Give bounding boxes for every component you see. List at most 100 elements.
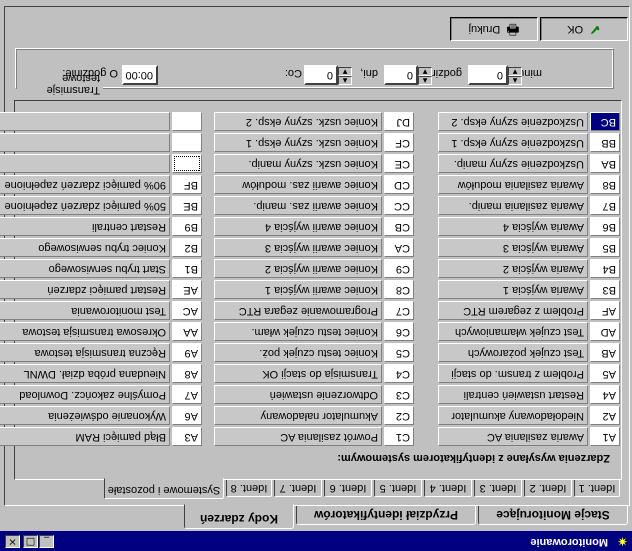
sub-tab-strip: Ident. 1 Ident. 2 Ident. 3 Ident. 4 Iden… (20, 478, 620, 499)
at-hour-input[interactable]: 00:00 (122, 65, 158, 85)
window-title: Monitorowanie (530, 536, 608, 548)
event-code-cell[interactable] (172, 112, 202, 131)
minutes-spinner[interactable]: ▲ ▼ (508, 65, 522, 85)
event-name-cell: Koniec awarii zas. modułów (214, 175, 382, 194)
event-code-cell[interactable]: A2 (590, 406, 620, 425)
event-name-cell: Awaria zasilania manip. (438, 196, 588, 215)
event-code-cell[interactable]: B5 (590, 238, 620, 257)
event-code-cell[interactable]: CF (384, 133, 414, 152)
event-code-cell[interactable]: B3 (590, 280, 620, 299)
event-name-cell: Start trybu serwisowego (0, 259, 170, 278)
minutes-up-icon[interactable]: ▲ (508, 76, 522, 85)
close-button[interactable]: × (5, 535, 20, 548)
tab-ident-8[interactable]: Ident. 8 (226, 479, 272, 497)
event-code-cell[interactable]: C6 (384, 322, 414, 341)
tab-ident-4[interactable]: Ident. 4 (424, 479, 472, 497)
event-code-cell[interactable]: BA (590, 154, 620, 173)
event-code-cell[interactable]: C2 (384, 406, 414, 425)
minimize-button[interactable]: _ (39, 535, 54, 548)
event-code-cell[interactable]: CA (384, 238, 414, 257)
ok-button[interactable]: ✔ OK (540, 17, 628, 41)
title-bar[interactable]: ✷ Monitorowanie _ □ × (0, 531, 632, 551)
tab-ident-3[interactable]: Ident. 3 (474, 479, 522, 497)
days-spinner[interactable]: ▲ ▼ (338, 65, 352, 85)
star-app-icon: ✷ (617, 534, 628, 549)
tab-ident-2[interactable]: Ident. 2 (524, 479, 572, 497)
event-code-cell[interactable]: AF (590, 301, 620, 320)
event-code-cell[interactable]: B2 (172, 238, 202, 257)
tab-ident-5[interactable]: Ident. 5 (374, 479, 422, 497)
event-code-cell[interactable]: AA (172, 322, 202, 341)
event-code-cell[interactable]: AC (172, 301, 202, 320)
event-code-cell[interactable]: C1 (384, 427, 414, 446)
event-name-cell: Koniec awarii wyjścia 3 (214, 238, 382, 257)
event-code-cell[interactable]: A5 (590, 364, 620, 383)
event-name-cell: Test czujek pożarowych (438, 343, 588, 362)
event-code-cell[interactable]: A7 (172, 385, 202, 404)
event-name-cell: Test monitorowania (0, 301, 170, 320)
event-code-cell[interactable]: A1 (590, 427, 620, 446)
tab-przydzial-identyfikatorow[interactable]: Przydział identyfikatorów (296, 505, 476, 525)
event-code-cell[interactable]: AB (590, 343, 620, 362)
event-name-cell: Uszkodzenie szyny eksp. 1 (438, 133, 588, 152)
tab-ident-7[interactable]: Ident. 7 (274, 479, 322, 497)
event-name-cell: Uszkodzenie szyny eksp. 2 (438, 112, 588, 131)
event-code-cell[interactable]: B1 (172, 259, 202, 278)
event-code-cell[interactable]: B6 (590, 217, 620, 236)
tab-ident-6[interactable]: Ident. 6 (324, 479, 372, 497)
days-down-icon[interactable]: ▼ (338, 67, 352, 76)
event-code-cell[interactable]: B9 (172, 217, 202, 236)
event-code-cell[interactable]: B4 (590, 259, 620, 278)
tab-ident-1[interactable]: Ident. 1 (574, 479, 620, 497)
event-code-cell[interactable]: BE (172, 196, 202, 215)
event-code-cell[interactable]: C5 (384, 343, 414, 362)
minutes-down-icon[interactable]: ▼ (508, 67, 522, 76)
event-code-cell[interactable] (172, 133, 202, 152)
event-code-cell[interactable]: BB (590, 133, 620, 152)
print-button[interactable]: 🖶 Drukuj (450, 17, 538, 41)
event-name-cell: Akumulator naładowany (214, 406, 382, 425)
event-code-cell[interactable]: DJ (384, 112, 414, 131)
event-code-cell[interactable]: BC (590, 112, 620, 131)
event-code-cell[interactable]: A9 (172, 343, 202, 362)
event-code-cell[interactable]: CB (384, 217, 414, 236)
event-code-cell[interactable]: AD (590, 322, 620, 341)
event-name-cell: Problem z transm. do stacji (438, 364, 588, 383)
event-name-cell: Awaria wyjścia 4 (438, 217, 588, 236)
minutes-input[interactable]: 0 (468, 65, 508, 85)
event-code-cell[interactable]: CE (384, 154, 414, 173)
event-code-cell[interactable]: C4 (384, 364, 414, 383)
event-code-cell[interactable]: AE (172, 280, 202, 299)
main-tab-strip: Stacje Monitorujące Przydział identyfika… (0, 504, 632, 529)
section-title: Zdarzenia wysyłane z identyfikatorem sys… (337, 452, 610, 464)
days-input[interactable]: 0 (304, 65, 338, 85)
hours-up-icon[interactable]: ▲ (418, 76, 432, 85)
hours-input[interactable]: 0 (384, 65, 418, 85)
tab-stacje-monitorujace[interactable]: Stacje Monitorujące (478, 505, 628, 525)
event-code-cell[interactable] (172, 154, 202, 173)
event-name-cell: Awaria zasilania AC (438, 427, 588, 446)
event-code-cell[interactable]: B7 (590, 196, 620, 215)
tab-kody-zdarzen[interactable]: Kody zdarzeń (184, 504, 294, 529)
event-code-cell[interactable]: BF (172, 175, 202, 194)
event-code-cell[interactable]: A3 (172, 427, 202, 446)
event-code-cell[interactable]: C7 (384, 301, 414, 320)
event-code-cell[interactable]: CC (384, 196, 414, 215)
event-code-cell[interactable]: C3 (384, 385, 414, 404)
maximize-button[interactable]: □ (23, 535, 38, 548)
event-code-cell[interactable]: C8 (384, 280, 414, 299)
hours-down-icon[interactable]: ▼ (418, 67, 432, 76)
tab-systemowe-i-pozostale[interactable]: Systemowe i pozostałe (104, 478, 224, 499)
event-code-cell[interactable]: C9 (384, 259, 414, 278)
event-code-cell[interactable]: A6 (172, 406, 202, 425)
event-name-cell: Transmisja do stacji OK (214, 364, 382, 383)
event-name-cell: Koniec awarii wyjścia 4 (214, 217, 382, 236)
event-name-cell: Koniec testu czujek poż. (214, 343, 382, 362)
event-code-cell[interactable]: B8 (590, 175, 620, 194)
event-code-cell[interactable]: A4 (590, 385, 620, 404)
event-code-cell[interactable]: A8 (172, 364, 202, 383)
hours-spinner[interactable]: ▲ ▼ (418, 65, 432, 85)
days-up-icon[interactable]: ▲ (338, 76, 352, 85)
event-name-cell: 50% pamięci zdarzeń zapełnione (0, 196, 170, 215)
event-code-cell[interactable]: CD (384, 175, 414, 194)
